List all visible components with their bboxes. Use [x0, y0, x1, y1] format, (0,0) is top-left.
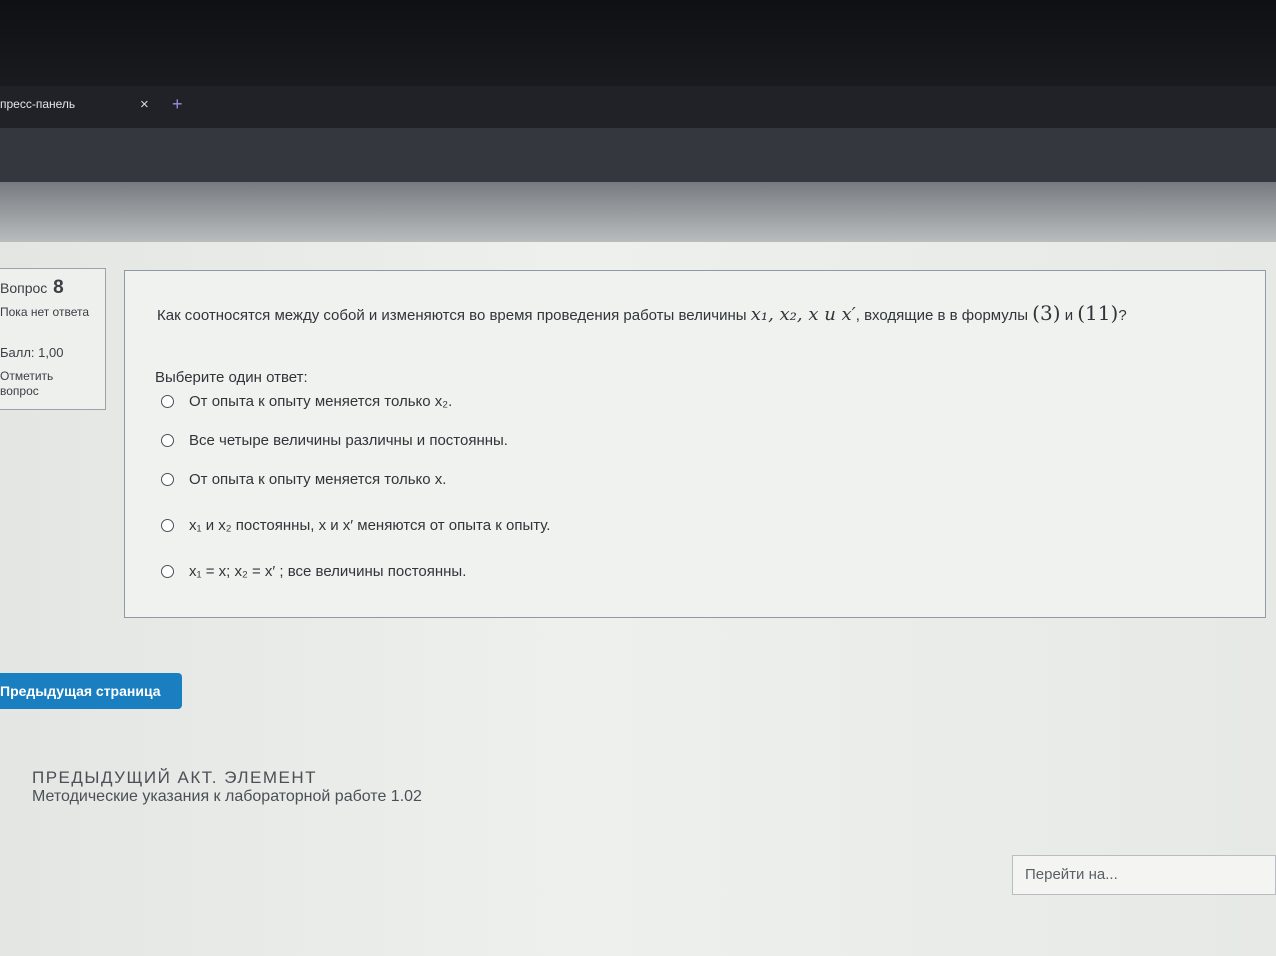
- browser-tab-bar: пресс-панель × +: [0, 86, 1276, 130]
- new-tab-icon[interactable]: +: [172, 94, 183, 115]
- close-icon[interactable]: ×: [140, 96, 149, 113]
- question-text-before: Как соотносятся между собой и изменяются…: [157, 307, 747, 324]
- answer-option[interactable]: x₁ и x₂ постоянны, x и x′ меняются от оп…: [161, 517, 550, 534]
- question-vars: x₁, x₂, x и x′: [750, 304, 856, 325]
- browser-toolbar: [0, 128, 1276, 182]
- answer-option[interactable]: Все четыре величины различны и постоянны…: [161, 432, 508, 449]
- previous-activity-heading: ПРЕДЫДУЩИЙ АКТ. ЭЛЕМЕНТ: [32, 768, 318, 787]
- formula-ref-b: (11): [1077, 301, 1119, 325]
- tab-title: пресс-панель: [0, 97, 76, 111]
- radio-button[interactable]: [161, 519, 174, 532]
- answer-option[interactable]: От опыта к опыту меняется только x₂.: [161, 393, 452, 410]
- answer-prompt: Выберите один ответ:: [155, 369, 308, 386]
- answer-option-label: От опыта к опыту меняется только x.: [189, 471, 447, 488]
- answer-option[interactable]: От опыта к опыту меняется только x.: [161, 471, 446, 488]
- radio-button[interactable]: [161, 473, 174, 486]
- radio-button[interactable]: [161, 565, 174, 578]
- flag-question-label: Отметить вопрос: [0, 369, 54, 398]
- page-header-band: [0, 182, 1276, 242]
- question-text-after: , входящие в в формулы: [855, 307, 1028, 324]
- question-end: ?: [1118, 307, 1127, 324]
- answer-option-label: x₁ и x₂ постоянны, x и x′ меняются от оп…: [189, 517, 551, 534]
- question-grade: Балл: 1,00: [0, 345, 64, 360]
- question-status: Пока нет ответа: [0, 305, 90, 319]
- previous-page-button[interactable]: Предыдущая страница: [0, 673, 182, 709]
- answer-option-label: x₁ = x; x₂ = x′ ; все величины постоянны…: [189, 563, 467, 580]
- previous-activity-link[interactable]: Методические указания к лабораторной раб…: [32, 788, 422, 806]
- question-number-value: 8: [53, 277, 64, 298]
- question-number: Вопрос 8: [0, 277, 64, 299]
- question-label: Вопрос: [0, 280, 48, 296]
- screen-bezel: [0, 0, 1276, 90]
- flag-question-link[interactable]: Отметить вопрос: [0, 369, 95, 399]
- browser-tab[interactable]: пресс-панель ×: [0, 86, 160, 122]
- question-text: Как соотносятся между собой и изменяются…: [157, 301, 1257, 325]
- question-content: Как соотносятся между собой и изменяются…: [124, 270, 1266, 618]
- jump-to-select[interactable]: Перейти на...: [1012, 855, 1276, 895]
- formula-ref-a: (3): [1032, 301, 1061, 325]
- question-info: Вопрос 8 Пока нет ответа Балл: 1,00 Отме…: [0, 268, 106, 410]
- answer-option[interactable]: x₁ = x; x₂ = x′ ; все величины постоянны…: [161, 563, 466, 580]
- answer-option-label: От опыта к опыту меняется только x₂.: [189, 393, 453, 410]
- radio-button[interactable]: [161, 434, 174, 447]
- radio-button[interactable]: [161, 395, 174, 408]
- jump-to-placeholder: Перейти на...: [1025, 866, 1118, 883]
- question-joiner: и: [1064, 307, 1074, 324]
- answer-option-label: Все четыре величины различны и постоянны…: [189, 432, 508, 449]
